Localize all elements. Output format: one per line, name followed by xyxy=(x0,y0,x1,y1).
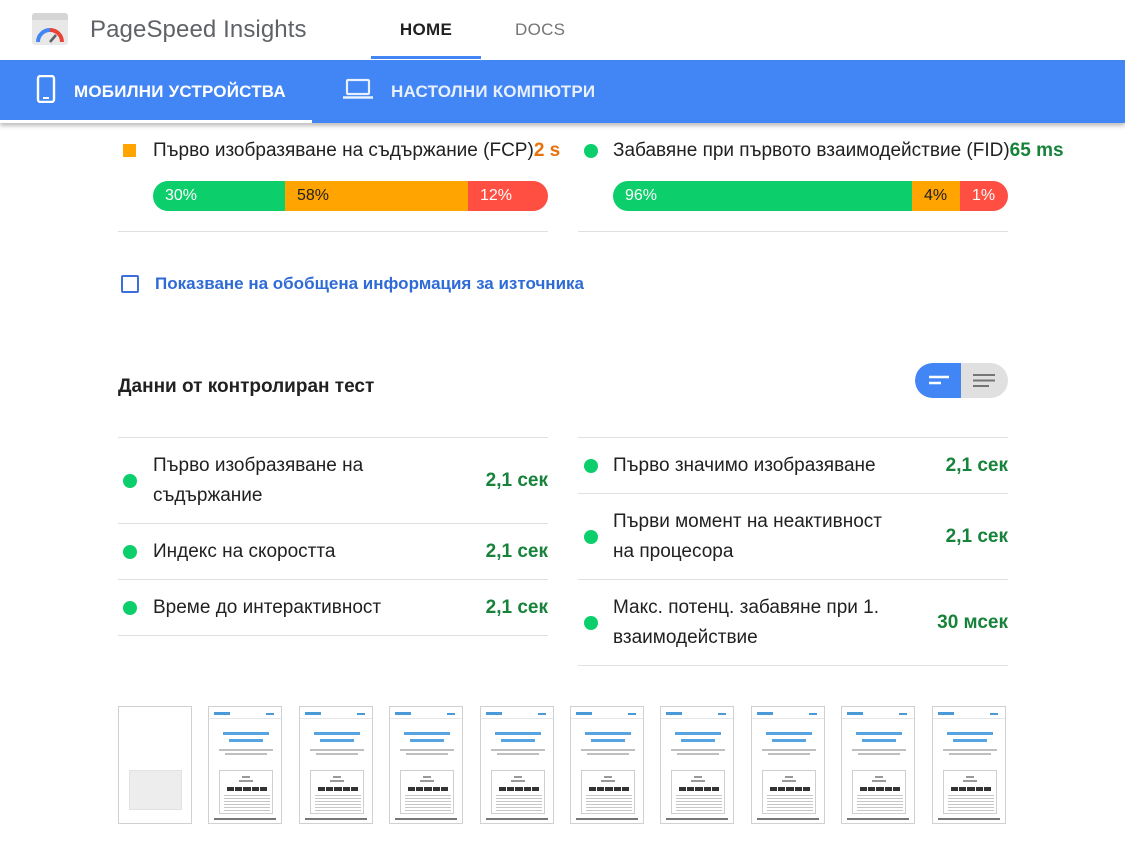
lab-data-title: Данни от контролиран тест xyxy=(118,376,375,397)
nav-active-indicator xyxy=(371,56,481,59)
field-metric-fcp-name: Първо изобразяване на съдържание (FCP) xyxy=(153,140,534,161)
fid-slow-segment: 1% xyxy=(960,181,1008,211)
lab-metric-fcp-value: 2,1 сек xyxy=(485,470,548,491)
lab-metric-name-line: на процесора xyxy=(613,541,734,562)
tab-mobile-label: МОБИЛНИ УСТРОЙСТВА xyxy=(74,81,286,101)
average-square-icon xyxy=(123,144,136,157)
filmstrip-frame xyxy=(932,706,1006,824)
origin-summary-label[interactable]: Показване на обобщена информация за изто… xyxy=(155,274,584,294)
smartphone-icon xyxy=(36,74,56,108)
divider xyxy=(578,231,1008,232)
fcp-distribution-bar: 30% 58% 12% xyxy=(153,181,548,211)
tab-desktop[interactable]: НАСТОЛНИ КОМПЮТРИ xyxy=(343,60,595,123)
divider xyxy=(118,231,548,232)
lab-metric-tti-value: 2,1 сек xyxy=(485,597,548,618)
detailed-view-button[interactable] xyxy=(961,363,1008,398)
pagespeed-logo-icon[interactable] xyxy=(32,13,68,45)
lab-metric-fmp-name: Първо значимо изобразяване xyxy=(613,455,876,476)
device-tab-bar: МОБИЛНИ УСТРОЙСТВА НАСТОЛНИ КОМПЮТРИ xyxy=(0,60,1125,123)
filmstrip-frame xyxy=(660,706,734,824)
origin-summary-checkbox[interactable] xyxy=(121,275,139,293)
view-toggle xyxy=(915,363,1008,398)
top-header: PageSpeed Insights HOME DOCS xyxy=(0,0,1125,60)
lab-metric-name-line: Макс. потенц. забавяне при 1. xyxy=(613,597,880,618)
filmstrip-frame xyxy=(118,706,192,824)
pass-dot-icon xyxy=(123,545,137,559)
filmstrip-frame xyxy=(299,706,373,824)
divider xyxy=(578,437,1008,438)
expanded-list-icon xyxy=(973,374,995,387)
filmstrip-frame xyxy=(751,706,825,824)
field-metric-fid-name: Забавяне при първото взаимодействие (FID… xyxy=(613,140,1010,161)
pass-dot-icon xyxy=(584,144,598,158)
divider xyxy=(118,635,548,636)
lab-metric-max-fid-value: 30 мсек xyxy=(937,612,1008,633)
divider xyxy=(118,579,548,580)
pass-dot-icon xyxy=(584,530,598,544)
lab-metric-fci-name: Първи момент на неактивност на процесора xyxy=(613,507,923,567)
compact-list-icon xyxy=(929,375,949,385)
lab-metric-fcp-name: Първо изобразяване на съдържание xyxy=(153,451,453,511)
filmstrip-frame xyxy=(389,706,463,824)
field-metric-fid: Забавяне при първото взаимодействие (FID… xyxy=(613,140,1064,162)
divider xyxy=(578,493,1008,494)
pass-dot-icon xyxy=(123,601,137,615)
field-metric-fcp: Първо изобразяване на съдържание (FCP)2 … xyxy=(153,140,560,162)
lab-metric-name-line: Първо изобразяване на xyxy=(153,455,364,476)
lab-metric-fci-value: 2,1 сек xyxy=(945,526,1008,547)
tab-desktop-label: НАСТОЛНИ КОМПЮТРИ xyxy=(391,81,596,101)
lab-metric-tti-name: Време до интерактивност xyxy=(153,597,382,618)
filmstrip-frame xyxy=(208,706,282,824)
lab-metric-name-line: съдържание xyxy=(153,485,263,506)
fcp-slow-segment: 12% xyxy=(468,181,548,211)
device-active-indicator xyxy=(0,120,312,123)
lab-metric-max-fid-name: Макс. потенц. забавяне при 1. взаимодейс… xyxy=(613,593,923,653)
pass-dot-icon xyxy=(123,474,137,488)
filmstrip-frame xyxy=(570,706,644,824)
lab-metric-name-line: взаимодействие xyxy=(613,627,758,648)
fid-fast-segment: 96% xyxy=(613,181,912,211)
fid-distribution-bar: 96% 4% 1% xyxy=(613,181,1008,211)
lab-metric-name-line: Първи момент на неактивност xyxy=(613,511,882,532)
app-title: PageSpeed Insights xyxy=(90,16,307,43)
laptop-icon xyxy=(343,78,373,105)
divider xyxy=(118,523,548,524)
field-metric-fcp-value: 2 s xyxy=(533,140,561,161)
fcp-fast-segment: 30% xyxy=(153,181,285,211)
divider xyxy=(578,665,1008,666)
field-metric-fid-value: 65 ms xyxy=(1009,140,1064,161)
summary-view-button[interactable] xyxy=(915,363,961,398)
pass-dot-icon xyxy=(584,616,598,630)
divider xyxy=(118,437,548,438)
divider xyxy=(578,579,1008,580)
nav-tab-home[interactable]: HOME xyxy=(371,20,481,40)
fcp-average-segment: 58% xyxy=(285,181,468,211)
nav-tab-docs[interactable]: DOCS xyxy=(515,20,565,40)
filmstrip-frame xyxy=(480,706,554,824)
pass-dot-icon xyxy=(584,459,598,473)
lab-metric-fmp-value: 2,1 сек xyxy=(945,455,1008,476)
tab-mobile[interactable]: МОБИЛНИ УСТРОЙСТВА xyxy=(0,60,312,123)
lab-metric-speed-index-value: 2,1 сек xyxy=(485,541,548,562)
filmstrip-frame xyxy=(841,706,915,824)
lab-metric-speed-index-name: Индекс на скоростта xyxy=(153,541,336,562)
fid-average-segment: 4% xyxy=(912,181,960,211)
